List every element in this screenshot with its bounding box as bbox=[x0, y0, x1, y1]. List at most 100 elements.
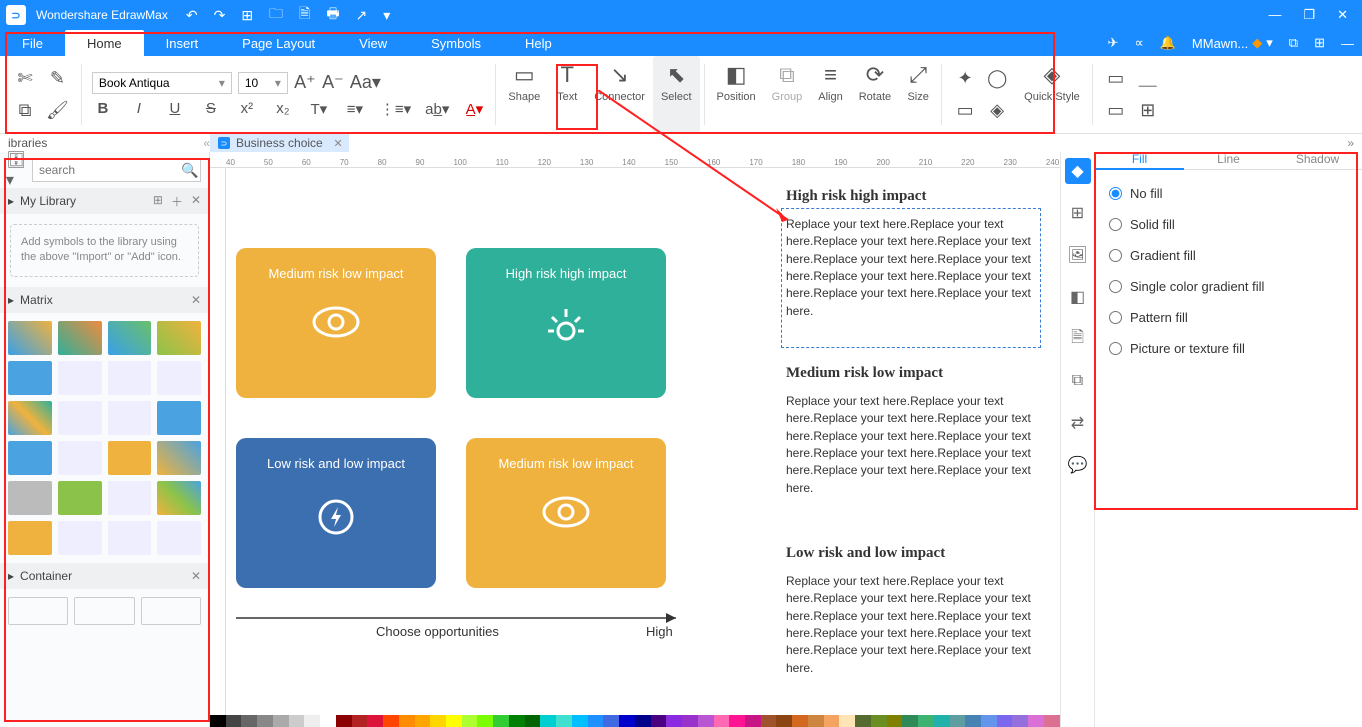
maximize-button[interactable]: ❐ bbox=[1303, 7, 1315, 23]
shrink-font-icon[interactable]: A⁻ bbox=[322, 72, 344, 93]
matrix-thumb[interactable] bbox=[157, 481, 201, 515]
swatch[interactable] bbox=[698, 715, 714, 727]
matrix-thumb[interactable] bbox=[108, 361, 152, 395]
diamond-icon[interactable]: ◈ bbox=[986, 100, 1008, 121]
swatch[interactable] bbox=[304, 715, 320, 727]
swatch[interactable] bbox=[808, 715, 824, 727]
doc-close-icon[interactable]: ✕ bbox=[334, 137, 343, 150]
case-icon[interactable]: Aa▾ bbox=[350, 72, 381, 93]
undo-icon[interactable]: ↶ bbox=[186, 7, 198, 24]
matrix-thumb[interactable] bbox=[8, 481, 52, 515]
swatch[interactable] bbox=[1044, 715, 1060, 727]
tabs-overflow-icon[interactable]: » bbox=[1347, 136, 1354, 150]
swatch[interactable] bbox=[462, 715, 478, 727]
matrix-thumb[interactable] bbox=[58, 321, 102, 355]
matrix-thumb[interactable] bbox=[157, 321, 201, 355]
new-icon[interactable]: ⊞ bbox=[241, 7, 253, 24]
swatch[interactable] bbox=[682, 715, 698, 727]
text-button[interactable]: TText bbox=[548, 56, 586, 133]
swatch[interactable] bbox=[415, 715, 431, 727]
swatch[interactable] bbox=[761, 715, 777, 727]
list-icon[interactable]: ⋮≡▾ bbox=[380, 100, 411, 118]
swatch[interactable] bbox=[997, 715, 1013, 727]
matrix-thumb[interactable] bbox=[108, 401, 152, 435]
rotate-button[interactable]: ⟳Rotate bbox=[851, 56, 899, 133]
fill-option[interactable]: Picture or texture fill bbox=[1109, 341, 1348, 356]
text-block-1[interactable]: High risk high impact Replace your text … bbox=[786, 186, 1046, 320]
swatch[interactable] bbox=[887, 715, 903, 727]
tab-shadow[interactable]: Shadow bbox=[1273, 152, 1362, 170]
text-direction-icon[interactable]: T▾ bbox=[308, 100, 330, 118]
matrix-thumb[interactable] bbox=[58, 361, 102, 395]
collapse-icon[interactable]: — bbox=[1341, 36, 1354, 51]
swatch[interactable] bbox=[226, 715, 242, 727]
ri2-icon[interactable]: ⸏ bbox=[1137, 66, 1159, 90]
swatch[interactable] bbox=[383, 715, 399, 727]
tab-insert[interactable]: Insert bbox=[144, 30, 221, 56]
container-thumb[interactable] bbox=[8, 597, 68, 625]
size-button[interactable]: ⤢Size bbox=[899, 56, 937, 133]
swatch[interactable] bbox=[588, 715, 604, 727]
highlight-icon[interactable]: ab̲▾ bbox=[425, 100, 449, 118]
rail-item-1[interactable]: ⊞ bbox=[1065, 200, 1091, 226]
window-icon[interactable]: ⧉ bbox=[1289, 35, 1298, 51]
strike-icon[interactable]: S bbox=[200, 100, 222, 117]
tab-line[interactable]: Line bbox=[1184, 152, 1273, 170]
matrix-thumb[interactable] bbox=[8, 401, 52, 435]
print-icon[interactable]: 🖶 bbox=[326, 3, 339, 27]
card-high-risk[interactable]: High risk high impact bbox=[466, 248, 666, 398]
matrix-thumb[interactable] bbox=[157, 441, 201, 475]
fill-option[interactable]: Gradient fill bbox=[1109, 248, 1348, 263]
tab-file[interactable]: File bbox=[0, 30, 65, 56]
swatch[interactable] bbox=[824, 715, 840, 727]
swatch[interactable] bbox=[619, 715, 635, 727]
send-icon[interactable]: ✈ bbox=[1108, 35, 1119, 51]
subscript-icon[interactable]: x₂ bbox=[272, 100, 294, 117]
swatch[interactable] bbox=[572, 715, 588, 727]
matrix-thumb[interactable] bbox=[108, 521, 152, 555]
ri1-icon[interactable]: ▭ bbox=[1105, 68, 1127, 89]
library-picker-icon[interactable]: 🗄▾ bbox=[6, 160, 26, 180]
swatch[interactable] bbox=[745, 715, 761, 727]
swatch[interactable] bbox=[477, 715, 493, 727]
rail-item-0[interactable]: ◆ bbox=[1065, 158, 1091, 184]
matrix-thumb[interactable] bbox=[108, 481, 152, 515]
group-button[interactable]: ⧉Group bbox=[764, 56, 811, 133]
document-tab[interactable]: ⊃ Business choice ✕ bbox=[210, 134, 349, 152]
swatch[interactable] bbox=[556, 715, 572, 727]
swatch[interactable] bbox=[493, 715, 509, 727]
superscript-icon[interactable]: x² bbox=[236, 100, 258, 117]
text-block-2[interactable]: Medium risk low impact Replace your text… bbox=[786, 363, 1046, 497]
rail-item-5[interactable]: ⧉ bbox=[1065, 368, 1091, 394]
swatch[interactable] bbox=[210, 715, 226, 727]
text-block-3[interactable]: Low risk and low impact Replace your tex… bbox=[786, 543, 1046, 677]
search-input[interactable] bbox=[32, 158, 201, 182]
swatch[interactable] bbox=[950, 715, 966, 727]
matrix-thumb[interactable] bbox=[108, 441, 152, 475]
align-button[interactable]: ≡Align bbox=[810, 56, 850, 133]
bold-icon[interactable]: B bbox=[92, 100, 114, 117]
close-matrix-icon[interactable]: ✕ bbox=[191, 293, 201, 307]
container-thumb[interactable] bbox=[141, 597, 201, 625]
swatch[interactable] bbox=[509, 715, 525, 727]
swatch[interactable] bbox=[525, 715, 541, 727]
matrix-thumb[interactable] bbox=[58, 481, 102, 515]
add-icon[interactable]: ＋ bbox=[171, 193, 183, 210]
position-button[interactable]: ◧Position bbox=[709, 56, 764, 133]
minimize-button[interactable]: — bbox=[1268, 7, 1281, 23]
card-low-risk[interactable]: Low risk and low impact bbox=[236, 438, 436, 588]
matrix-thumb[interactable] bbox=[157, 521, 201, 555]
close-section-icon[interactable]: ✕ bbox=[191, 193, 201, 210]
swatch[interactable] bbox=[446, 715, 462, 727]
card-medium-risk-2[interactable]: Medium risk low impact bbox=[466, 438, 666, 588]
tab-symbols[interactable]: Symbols bbox=[409, 30, 503, 56]
swatch[interactable] bbox=[540, 715, 556, 727]
tab-home[interactable]: Home bbox=[65, 30, 144, 56]
matrix-thumb[interactable] bbox=[58, 521, 102, 555]
swatch[interactable] bbox=[367, 715, 383, 727]
swatch[interactable] bbox=[635, 715, 651, 727]
swatch[interactable] bbox=[714, 715, 730, 727]
swatch[interactable] bbox=[1012, 715, 1028, 727]
swatch[interactable] bbox=[981, 715, 997, 727]
rect-icon[interactable]: ▭ bbox=[954, 100, 976, 121]
